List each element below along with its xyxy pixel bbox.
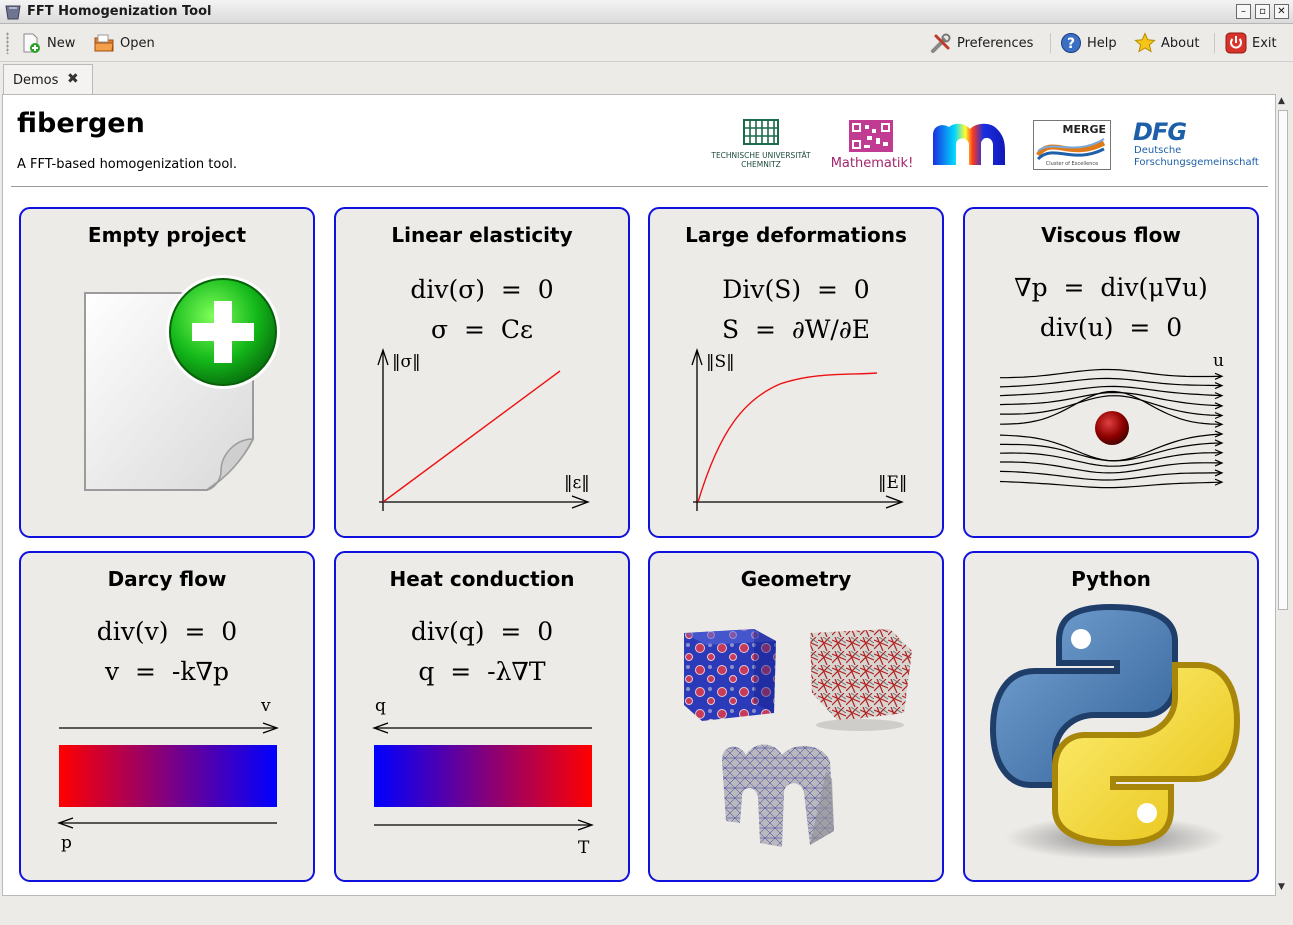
open-folder-icon (94, 34, 114, 52)
tab-bar: Demos ✖ (0, 62, 1293, 96)
tile-large-deformations[interactable]: Large deformations Div(S) = 0 S = ∂W/∂E … (648, 207, 944, 538)
streamline (1000, 461, 1223, 474)
gradient-bar-plot (57, 722, 279, 829)
star-icon (1134, 32, 1156, 53)
streamline (999, 480, 1223, 489)
dfg-logo-line1: Deutsche (1134, 145, 1182, 156)
page-subtitle: A FFT-based homogenization tool. (17, 157, 238, 172)
minimize-button[interactable]: – (1236, 4, 1251, 19)
streamlines-plot (999, 368, 1224, 489)
tab-close-icon[interactable]: ✖ (67, 71, 79, 87)
m-shape-icon (933, 123, 1005, 165)
svg-text:?: ? (1067, 36, 1075, 52)
new-document-icon (84, 275, 280, 491)
maximize-button[interactable]: ▫ (1255, 4, 1270, 19)
app-icon (5, 5, 21, 20)
toolbar-separator (1214, 33, 1215, 53)
merge-logo[interactable]: MERGE Cluster of Excellence (1033, 120, 1111, 170)
status-bar (0, 896, 1293, 925)
help-label: Help (1087, 35, 1117, 51)
tile-linear-elasticity[interactable]: Linear elasticity div(σ) = 0 σ = Cε ‖σ‖ … (334, 207, 630, 538)
window-title: FFT Homogenization Tool (27, 4, 212, 19)
x-axis-label: ‖ε‖ (564, 473, 590, 493)
dfg-logo-line2: Forschungsgemeinschaft (1134, 157, 1259, 168)
gradient-bar-plot (372, 722, 594, 831)
scroll-up-icon[interactable]: ▲ (1278, 96, 1285, 106)
python-logo-icon (989, 603, 1241, 860)
tile-viscous-flow[interactable]: Viscous flow ∇p = div(μ∇u) div(u) = 0 u (963, 207, 1259, 538)
new-label: New (47, 35, 76, 51)
exit-button[interactable]: Exit (1225, 30, 1277, 56)
preferences-button[interactable]: Preferences (930, 30, 1033, 56)
tile-python[interactable]: Python (963, 551, 1259, 882)
about-label: About (1161, 35, 1200, 51)
tools-icon (931, 33, 951, 53)
scroll-down-icon[interactable]: ▼ (1278, 882, 1285, 892)
streamline (999, 377, 1223, 388)
page-title: fibergen (17, 108, 145, 139)
vertical-scrollbar[interactable]: ▲ ▼ (1276, 94, 1290, 896)
tile-geometry[interactable]: Geometry (648, 551, 944, 882)
main-toolbar: New Open Preferences ? Help About Exit (0, 24, 1293, 62)
dfg-logo[interactable]: DFG Deutsche Forschungsgemeinschaft (1133, 118, 1259, 172)
mathematik-logo[interactable]: Mathematik! (830, 118, 914, 174)
geometry-samples-image (684, 629, 912, 847)
tu-logo-line1: TECHNISCHE UNIVERSITÄT (711, 151, 811, 160)
y-axis-label: ‖σ‖ (392, 352, 421, 372)
about-button[interactable]: About (1134, 30, 1199, 56)
streamline (1000, 442, 1223, 462)
x-axis-label: ‖E‖ (878, 473, 908, 493)
tu-logo-line2: CHEMNITZ (741, 160, 781, 169)
scrollbar-thumb[interactable] (1278, 110, 1288, 610)
tile-empty-project[interactable]: Empty project (19, 207, 315, 538)
streamline (999, 452, 1223, 467)
tu-chemnitz-logo[interactable]: TECHNISCHE UNIVERSITÄT CHEMNITZ (703, 118, 819, 174)
header-divider (11, 186, 1268, 187)
merge-logo-subtitle: Cluster of Excellence (1045, 161, 1099, 167)
open-label: Open (120, 35, 155, 51)
help-icon: ? (1061, 33, 1081, 53)
new-file-icon (23, 33, 40, 53)
power-icon (1225, 32, 1247, 54)
open-button[interactable]: Open (93, 30, 155, 56)
preferences-label: Preferences (957, 35, 1034, 51)
toolbar-separator (1050, 33, 1051, 53)
m-logo[interactable] (931, 121, 1011, 167)
help-button[interactable]: ? Help (1060, 30, 1117, 56)
tile-heat-conduction[interactable]: Heat conduction div(q) = 0 q = -λ∇T q T (334, 551, 630, 882)
qr-code-icon (849, 120, 893, 152)
dfg-logo-mark: DFG (1133, 118, 1187, 146)
tab-demos[interactable]: Demos ✖ (3, 64, 93, 96)
close-window-button[interactable]: ✕ (1274, 4, 1289, 19)
new-button[interactable]: New (20, 30, 75, 56)
streamline (1000, 368, 1223, 379)
y-axis-label: ‖S‖ (706, 352, 735, 372)
exit-label: Exit (1252, 35, 1277, 51)
title-bar: FFT Homogenization Tool – ▫ ✕ (0, 0, 1293, 24)
tab-label: Demos (13, 73, 59, 88)
mathematik-logo-text: Mathematik! (830, 156, 914, 171)
tile-darcy-flow[interactable]: Darcy flow div(v) = 0 v = -k∇p v p (19, 551, 315, 882)
toolbar-grip[interactable] (6, 32, 9, 54)
